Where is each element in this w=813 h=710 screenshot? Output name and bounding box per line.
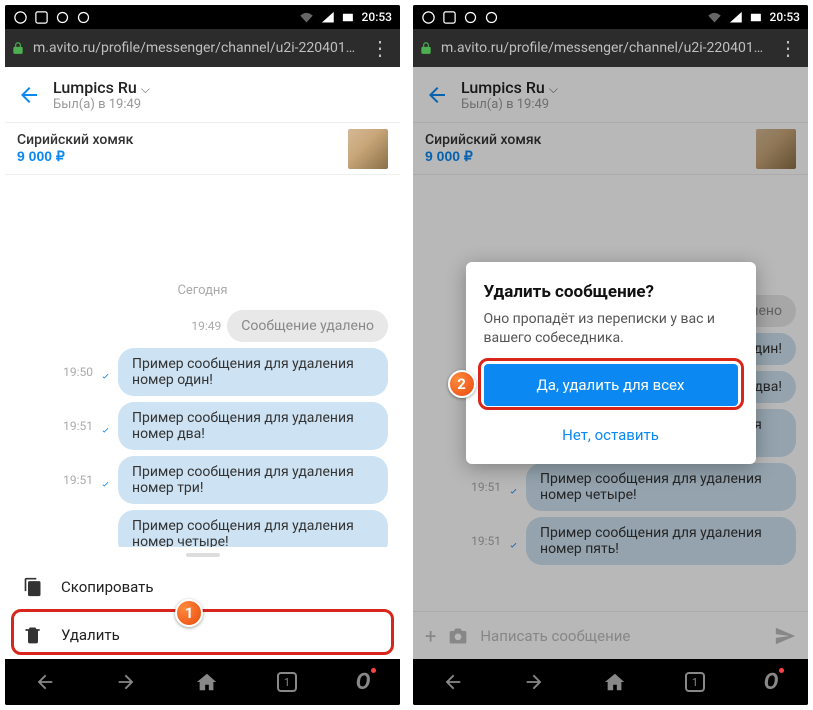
wifi-icon [707,10,722,25]
listing-bar[interactable]: Сирийский хомяк 9 000 ₽ [5,123,400,175]
battery-icon [341,10,356,25]
nav-forward-button[interactable] [523,671,545,693]
bottom-sheet: Скопировать Удалить [5,547,400,659]
icon [484,10,499,25]
nav-forward-button[interactable] [115,671,137,693]
trash-icon [23,625,43,645]
check-icon [99,421,112,431]
check-icon [99,475,112,485]
deleted-message: Сообщение удалено [227,310,388,342]
browser-nav: 1 O [5,659,400,705]
status-bar: 20:53 [413,5,808,29]
wifi-icon [299,10,314,25]
listing-thumbnail [348,129,388,169]
icon [76,10,91,25]
lock-icon [11,41,25,55]
message-bubble[interactable]: Пример сообщения для удаления номер три! [118,456,388,504]
signal-icon [728,10,743,25]
chevron-down-icon[interactable]: ⌵ [141,82,150,96]
chat-header: Lumpics Ru ⌵ Был(а) в 19:49 [5,67,400,123]
url-text: m.avito.ru/profile/messenger/channel/u2i… [441,40,766,56]
opera-icon [421,10,436,25]
opera-icon [13,10,28,25]
step-badge-2: 2 [448,370,476,398]
status-bar: 20:53 [5,5,400,29]
opera-menu-button[interactable]: O [356,670,371,695]
delete-action[interactable]: Удалить [5,611,400,659]
battery-icon [749,10,764,25]
url-bar[interactable]: m.avito.ru/profile/messenger/channel/u2i… [413,29,808,67]
listing-price: 9 000 ₽ [17,148,133,165]
url-text: m.avito.ru/profile/messenger/channel/u2i… [33,40,358,56]
listing-title: Сирийский хомяк [17,132,133,148]
nav-home-button[interactable] [604,671,626,693]
step-badge-1: 1 [175,599,203,627]
contact-name: Lumpics Ru [53,78,137,97]
last-seen: Был(а) в 19:49 [53,97,150,112]
signal-icon [320,10,335,25]
nav-tabs-button[interactable]: 1 [685,672,705,692]
copy-action[interactable]: Скопировать [5,563,400,611]
icon [55,10,70,25]
check-icon [99,367,112,377]
clock: 20:53 [770,10,800,24]
back-button[interactable] [17,83,41,107]
day-separator: Сегодня [17,283,388,298]
shazam-icon [34,10,49,25]
shazam-icon [442,10,457,25]
browser-nav: 1 O [413,659,808,705]
message-bubble[interactable]: Пример сообщения для удаления номер два! [118,402,388,450]
nav-back-button[interactable] [34,671,56,693]
url-bar[interactable]: m.avito.ru/profile/messenger/channel/u2i… [5,29,400,67]
dialog-body: Оно пропадёт из переписки у вас и вашего… [484,310,738,348]
cancel-delete-button[interactable]: Нет, оставить [484,414,738,456]
delete-confirm-dialog: Удалить сообщение? Оно пропадёт из переп… [466,262,756,464]
lock-icon [419,41,433,55]
clock: 20:53 [362,10,392,24]
copy-icon [23,577,43,597]
nav-home-button[interactable] [196,671,218,693]
confirm-delete-button[interactable]: Да, удалить для всех [484,364,738,406]
nav-tabs-button[interactable]: 1 [277,672,297,692]
opera-menu-button[interactable]: O [764,670,779,695]
menu-dots-icon[interactable]: ⋮ [774,36,802,60]
dialog-title: Удалить сообщение? [484,282,738,302]
message-bubble[interactable]: Пример сообщения для удаления номер один… [118,348,388,396]
icon [463,10,478,25]
menu-dots-icon[interactable]: ⋮ [366,36,394,60]
sheet-handle[interactable] [186,553,220,557]
nav-back-button[interactable] [442,671,464,693]
